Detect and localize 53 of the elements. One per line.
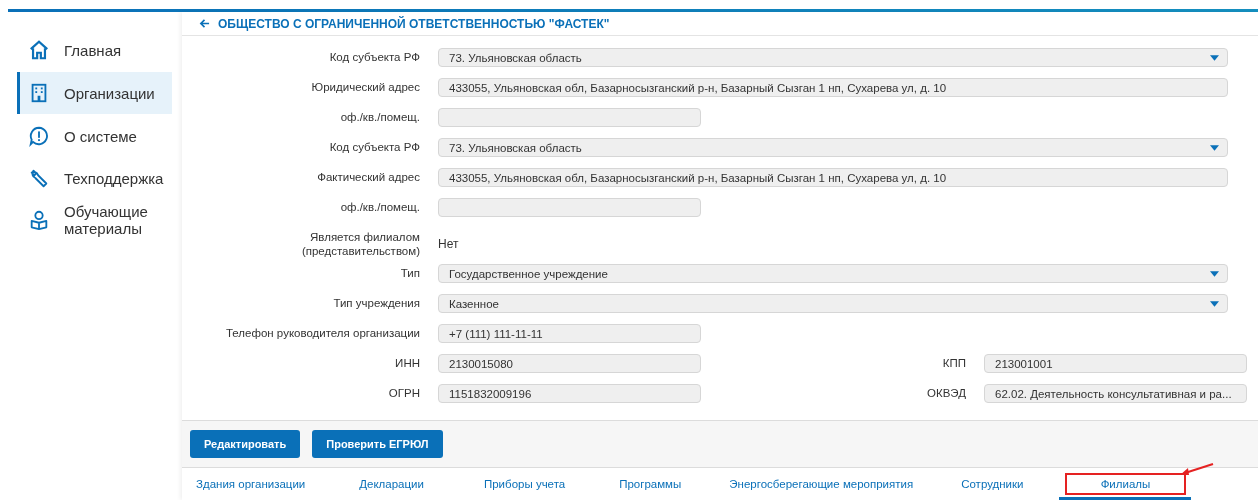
dropdown-field[interactable]: 73. Ульяновская область	[438, 138, 1228, 157]
caret-icon	[1210, 54, 1219, 61]
field-label: оф./кв./помещ.	[339, 200, 420, 214]
field-label: Юридический адрес	[310, 80, 420, 94]
sidebar-item[interactable]: Обучающие материалы	[17, 200, 172, 240]
sidebar-item[interactable]: Организации	[17, 72, 172, 114]
tab[interactable]: Приборы учета	[453, 470, 596, 500]
field-label: Код субъекта РФ	[328, 140, 420, 154]
tab[interactable]: Программы	[595, 470, 706, 500]
tab[interactable]: Здания организации	[196, 470, 330, 500]
action-button[interactable]: Проверить ЕГРЮЛ	[312, 430, 443, 458]
dropdown-field[interactable]: 73. Ульяновская область	[438, 48, 1228, 67]
field-label: оф./кв./помещ.	[339, 110, 420, 124]
tab[interactable]: Сотрудники	[937, 470, 1048, 500]
sidebar-item[interactable]: Техподдержка	[17, 158, 172, 198]
field-label: Телефон руководителя организации	[224, 326, 420, 340]
input-field[interactable]: 62.02. Деятельность консультативная и ра...	[984, 384, 1247, 403]
field-label: Фактический адрес	[316, 170, 420, 184]
field-label: ОКВЭД	[926, 386, 966, 400]
caret-icon	[1210, 144, 1219, 151]
annotation-arrow	[1179, 462, 1216, 476]
input-field[interactable]: 433055, Ульяновская обл, Базарносызганский р-н, Базарный Сызган 1 нп, Сухарева ул, д. 10	[438, 78, 1228, 97]
field-label: ОГРН	[387, 386, 420, 400]
action-button[interactable]: Редактировать	[190, 430, 301, 458]
field-label: Код субъекта РФ	[328, 50, 420, 64]
dropdown-field[interactable]: Государственное учреждение	[438, 264, 1228, 283]
input-field[interactable]	[438, 108, 701, 127]
tab[interactable]: Филиалы	[1059, 470, 1192, 500]
caret-icon	[1210, 270, 1219, 277]
input-field[interactable]: 2130015080	[438, 354, 701, 373]
caret-icon	[1210, 300, 1219, 307]
highlight-frame: Филиалы	[1066, 474, 1185, 493]
tab[interactable]: Энергосберегающие мероприятия	[705, 470, 938, 500]
sidebar-item[interactable]: Главная	[17, 30, 172, 70]
field-value: Нет	[438, 236, 460, 253]
person-book-icon	[28, 209, 50, 231]
exclamation-bubble-icon	[28, 125, 50, 147]
field-label: ИНН	[394, 356, 420, 370]
field-label: Тип	[399, 266, 420, 280]
tab[interactable]: Декларации	[329, 470, 454, 500]
input-field[interactable]: 433055, Ульяновская обл, Базарносызганский р-н, Базарный Сызган 1 нп, Сухарева ул, д. 10	[438, 168, 1228, 187]
field-label: Тип учреждения	[332, 296, 420, 310]
input-field[interactable]: 1151832009196	[438, 384, 701, 403]
input-field[interactable]: +7 (111) 111-11-11	[438, 324, 701, 343]
field-label: КПП	[941, 356, 966, 370]
input-field[interactable]	[438, 198, 701, 217]
field-label: Является филиалом (представительством)	[300, 230, 420, 258]
back-arrow-icon	[199, 18, 210, 29]
sidebar-item[interactable]: О системе	[17, 116, 172, 156]
back-link[interactable]: ОБЩЕСТВО С ОГРАНИЧЕННОЙ ОТВЕТСТВЕННОСТЬЮ "ФАСТЕК"	[199, 16, 610, 31]
home-icon	[28, 39, 50, 61]
input-field[interactable]: 213001001	[984, 354, 1247, 373]
dropdown-field[interactable]: Казенное	[438, 294, 1228, 313]
